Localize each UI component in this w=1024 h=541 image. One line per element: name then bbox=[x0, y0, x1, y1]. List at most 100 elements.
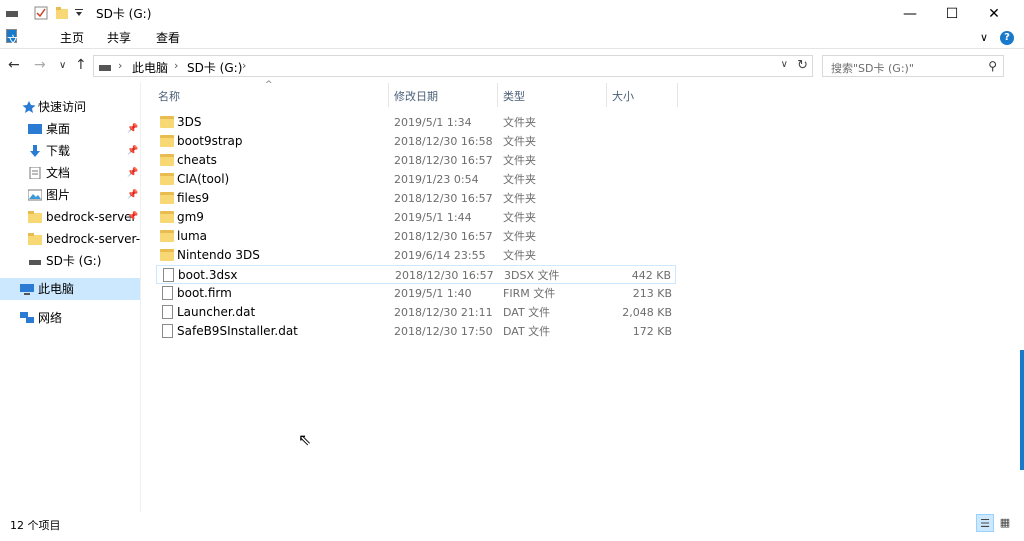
file-type: 文件夹 bbox=[503, 116, 536, 129]
file-name: boot9strap bbox=[177, 134, 243, 148]
file-name: SafeB9SInstaller.dat bbox=[177, 324, 298, 338]
forward-icon[interactable]: → bbox=[34, 57, 46, 73]
file-row[interactable]: boot.firm 2019/5/1 1:40 FIRM 文件 213 KB bbox=[156, 284, 676, 303]
window-title: SD卡 (G:) bbox=[96, 7, 152, 21]
sidebar-item-sd-card[interactable]: SD卡 (G:) bbox=[0, 250, 140, 272]
details-view-icon[interactable]: ☰ bbox=[976, 514, 994, 532]
breadcrumb-separator[interactable]: › bbox=[242, 59, 246, 72]
back-icon[interactable]: ← bbox=[8, 57, 20, 73]
folder-icon bbox=[160, 173, 174, 185]
sidebar-item-label: 此电脑 bbox=[38, 282, 75, 296]
search-box[interactable]: 搜索"SD卡 (G:)" ⚲ bbox=[822, 55, 1004, 77]
folder-icon bbox=[160, 230, 174, 242]
file-row[interactable]: cheats 2018/12/30 16:57 文件夹 bbox=[156, 151, 676, 170]
file-type: 文件夹 bbox=[503, 249, 536, 262]
file-type: 文件夹 bbox=[503, 154, 536, 167]
file-row[interactable]: 3DS 2019/5/1 1:34 文件夹 bbox=[156, 113, 676, 132]
file-date: 2018/12/30 21:11 bbox=[394, 306, 493, 319]
folder-icon bbox=[160, 135, 174, 147]
file-row[interactable]: files9 2018/12/30 16:57 文件夹 bbox=[156, 189, 676, 208]
file-date: 2018/12/30 16:57 bbox=[394, 230, 493, 243]
pane-divider[interactable] bbox=[140, 82, 141, 512]
sidebar-item-bedrock-server-w[interactable]: bedrock-server-w bbox=[0, 228, 140, 250]
column-header-type[interactable]: 类型 bbox=[503, 86, 525, 108]
search-icon[interactable]: ⚲ bbox=[988, 59, 997, 73]
file-name: files9 bbox=[177, 191, 210, 205]
sidebar-item-pictures[interactable]: 图片 📌 bbox=[0, 184, 140, 206]
breadcrumb-separator[interactable]: › bbox=[118, 59, 122, 72]
sidebar-item-quick-access[interactable]: 快速访问 bbox=[0, 96, 140, 118]
tab-file[interactable]: 文件 bbox=[6, 29, 19, 70]
file-row[interactable]: Launcher.dat 2018/12/30 21:11 DAT 文件 2,048 … bbox=[156, 303, 676, 322]
column-header-name[interactable]: 名称 bbox=[158, 86, 180, 108]
sidebar-item-desktop[interactable]: 桌面 📌 bbox=[0, 118, 140, 140]
column-header-date[interactable]: 修改日期 bbox=[394, 86, 438, 108]
refresh-icon[interactable]: ↻ bbox=[797, 58, 808, 73]
customize-toolbar-icon[interactable] bbox=[75, 9, 83, 23]
mouse-cursor-icon: ⇖ bbox=[298, 430, 312, 449]
breadcrumb-separator[interactable]: › bbox=[174, 59, 178, 72]
file-type: 文件夹 bbox=[503, 192, 536, 205]
address-dropdown-icon[interactable]: ∨ bbox=[781, 59, 788, 70]
file-row[interactable]: CIA(tool) 2019/1/23 0:54 文件夹 bbox=[156, 170, 676, 189]
minimize-button[interactable]: — bbox=[887, 0, 933, 27]
file-date: 2019/1/23 0:54 bbox=[394, 173, 479, 186]
folder-icon bbox=[28, 211, 42, 223]
sidebar-item-this-pc[interactable]: 此电脑 bbox=[0, 278, 140, 300]
file-size: 172 KB bbox=[632, 325, 672, 338]
file-type: 3DSX 文件 bbox=[504, 269, 560, 282]
column-header-size[interactable]: 大小 bbox=[612, 86, 634, 108]
file-date: 2019/5/1 1:44 bbox=[394, 211, 472, 224]
properties-icon[interactable] bbox=[34, 6, 48, 20]
drive-icon[interactable] bbox=[6, 9, 18, 23]
drive-icon bbox=[29, 260, 41, 265]
pin-icon: 📌 bbox=[127, 190, 139, 200]
sidebar-item-label: 快速访问 bbox=[38, 100, 87, 114]
sidebar-item-documents[interactable]: 文档 📌 bbox=[0, 162, 140, 184]
close-button[interactable]: ✕ bbox=[971, 0, 1017, 27]
document-icon bbox=[29, 167, 41, 179]
sidebar-item-bedrock-server[interactable]: bedrock-server 📌 bbox=[0, 206, 140, 228]
file-icon bbox=[162, 305, 173, 319]
pin-icon: 📌 bbox=[127, 168, 139, 178]
file-date: 2018/12/30 16:57 bbox=[394, 192, 493, 205]
help-icon[interactable]: ? bbox=[1000, 31, 1014, 45]
file-row[interactable]: boot9strap 2018/12/30 16:58 文件夹 bbox=[156, 132, 676, 151]
folder-icon bbox=[160, 116, 174, 128]
address-bar[interactable]: › 此电脑 › SD卡 (G:) › ∨ ↻ bbox=[93, 55, 813, 77]
file-date: 2018/12/30 16:57 bbox=[394, 154, 493, 167]
sidebar-item-network[interactable]: 网络 bbox=[0, 307, 140, 329]
file-type: DAT 文件 bbox=[503, 306, 551, 319]
breadcrumb-sd-card[interactable]: SD卡 (G:) bbox=[187, 59, 242, 76]
navigation-pane: 快速访问 桌面 📌 下载 📌 文档 📌 图片 📌 bedrock-server … bbox=[0, 86, 140, 506]
column-separator[interactable] bbox=[606, 83, 607, 107]
sidebar-item-label: 桌面 bbox=[46, 122, 71, 136]
file-date: 2019/5/1 1:34 bbox=[394, 116, 472, 129]
recent-locations-icon[interactable]: ∨ bbox=[59, 60, 66, 71]
expand-ribbon-icon[interactable]: ∨ bbox=[980, 31, 988, 44]
sort-ascending-icon: ^ bbox=[265, 80, 273, 90]
column-separator[interactable] bbox=[677, 83, 678, 107]
folder-icon bbox=[160, 154, 174, 166]
file-row[interactable]: boot.3dsx 2018/12/30 16:57 3DSX 文件 442 KB bbox=[156, 265, 676, 284]
pin-icon: 📌 bbox=[127, 212, 139, 222]
large-icons-view-icon[interactable]: ▦ bbox=[996, 514, 1014, 532]
tab-view[interactable]: 查看 bbox=[149, 27, 187, 49]
sidebar-item-downloads[interactable]: 下载 📌 bbox=[0, 140, 140, 162]
breadcrumb-this-pc[interactable]: 此电脑 bbox=[132, 59, 168, 76]
file-row[interactable]: luma 2018/12/30 16:57 文件夹 bbox=[156, 227, 676, 246]
tab-home[interactable]: 主页 bbox=[53, 27, 91, 49]
file-type: 文件夹 bbox=[503, 211, 536, 224]
column-separator[interactable] bbox=[388, 83, 389, 107]
maximize-button[interactable]: ☐ bbox=[929, 0, 975, 27]
file-row[interactable]: gm9 2019/5/1 1:44 文件夹 bbox=[156, 208, 676, 227]
file-row[interactable]: Nintendo 3DS 2019/6/14 23:55 文件夹 bbox=[156, 246, 676, 265]
new-folder-icon[interactable] bbox=[55, 6, 69, 20]
column-separator[interactable] bbox=[497, 83, 498, 107]
up-icon[interactable]: ↑ bbox=[75, 57, 87, 73]
computer-icon bbox=[20, 284, 34, 295]
file-row[interactable]: SafeB9SInstaller.dat 2018/12/30 17:50 DAT … bbox=[156, 322, 676, 341]
sidebar-item-label: bedrock-server-w bbox=[46, 232, 140, 246]
tab-share[interactable]: 共享 bbox=[100, 27, 138, 49]
download-icon bbox=[30, 145, 40, 157]
